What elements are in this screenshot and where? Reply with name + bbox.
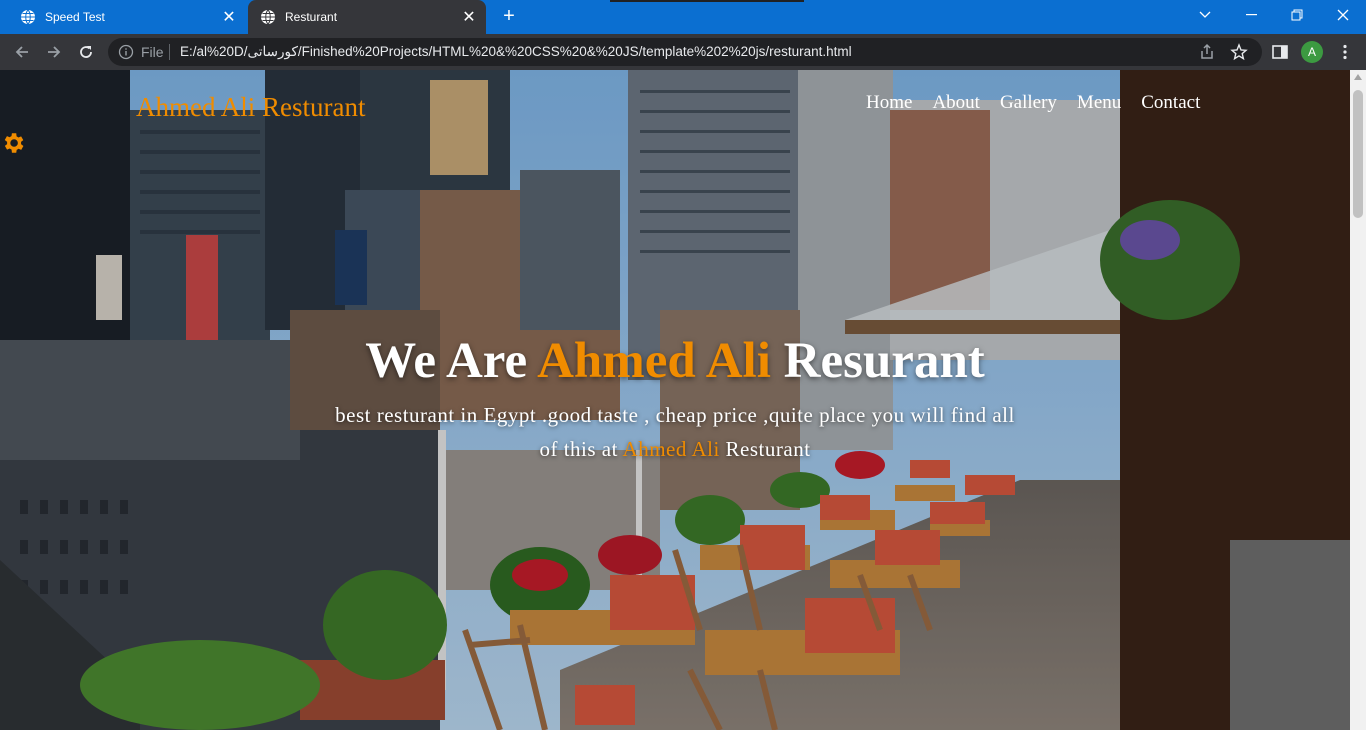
hero-title-accent: Ahmed Ali — [537, 333, 771, 389]
reload-icon — [80, 46, 92, 58]
scheme-label: File — [141, 44, 164, 60]
restore-icon — [1291, 9, 1303, 21]
site-logo[interactable]: Ahmed Ali Resturant — [136, 92, 365, 123]
back-button[interactable] — [9, 39, 35, 65]
tab-resturant[interactable]: Resturant ✕ — [248, 0, 486, 34]
scroll-up-arrow[interactable] — [1354, 74, 1362, 80]
page-viewport: Ahmed Ali Resturant Home About Gallery M… — [0, 70, 1350, 730]
tab-search-button[interactable] — [1182, 0, 1228, 30]
divider — [169, 44, 170, 60]
nav-home[interactable]: Home — [866, 92, 912, 114]
nav-menu[interactable]: Menu — [1077, 92, 1121, 114]
arrow-right-icon — [48, 46, 61, 58]
share-icon[interactable] — [1198, 43, 1216, 61]
gear-icon[interactable] — [0, 130, 26, 156]
hero-subtitle: best resturant in Egypt .good taste , ch… — [330, 398, 1020, 466]
close-icon[interactable]: ✕ — [220, 8, 238, 26]
globe-icon — [21, 9, 35, 25]
nav-contact[interactable]: Contact — [1141, 92, 1200, 114]
main-nav: Home About Gallery Menu Contact — [866, 92, 1220, 114]
new-tab-button[interactable]: + — [498, 6, 520, 27]
hero-subtitle-accent: Ahmed Ali — [622, 437, 720, 461]
tab-search-indicator — [610, 0, 804, 2]
forward-button[interactable] — [41, 39, 67, 65]
nav-about[interactable]: About — [932, 92, 980, 114]
page-scrollbar[interactable] — [1350, 70, 1366, 730]
side-panel-icon[interactable] — [1271, 43, 1289, 61]
tab-title: Resturant — [285, 10, 338, 24]
tab-strip: Speed Test ✕ Resturant ✕ + — [0, 0, 1366, 34]
browser-toolbar: File E:/al%20D/کورساتی/Finished%20Projec… — [0, 34, 1366, 70]
scrollbar-thumb[interactable] — [1353, 90, 1363, 218]
minimize-button[interactable] — [1228, 0, 1274, 30]
reload-button[interactable] — [73, 39, 99, 65]
more-vert-icon[interactable] — [1336, 43, 1354, 61]
tab-title: Speed Test — [45, 10, 105, 24]
hero-subtitle-after: Resturant — [719, 437, 811, 461]
info-icon[interactable] — [118, 44, 134, 60]
close-icon — [1337, 9, 1349, 21]
globe-icon — [261, 9, 275, 25]
close-icon[interactable]: ✕ — [460, 8, 478, 26]
hero-title-after: Resurant — [770, 333, 985, 389]
profile-avatar[interactable]: A — [1301, 41, 1323, 63]
star-icon[interactable] — [1230, 43, 1248, 61]
chevron-down-icon — [1199, 11, 1211, 18]
restore-button[interactable] — [1274, 0, 1320, 30]
minimize-icon — [1245, 14, 1257, 16]
tab-speed-test[interactable]: Speed Test ✕ — [8, 0, 246, 34]
nav-gallery[interactable]: Gallery — [1000, 92, 1057, 114]
hero-title-before: We Are — [365, 333, 538, 389]
arrow-left-icon — [15, 46, 28, 58]
close-window-button[interactable] — [1320, 0, 1366, 30]
url-text[interactable]: E:/al%20D/کورساتی/Finished%20Projects/HT… — [180, 44, 852, 60]
hero-title: We Are Ahmed Ali Resurant — [0, 332, 1350, 390]
address-bar[interactable]: File E:/al%20D/کورساتی/Finished%20Projec… — [108, 38, 1262, 66]
